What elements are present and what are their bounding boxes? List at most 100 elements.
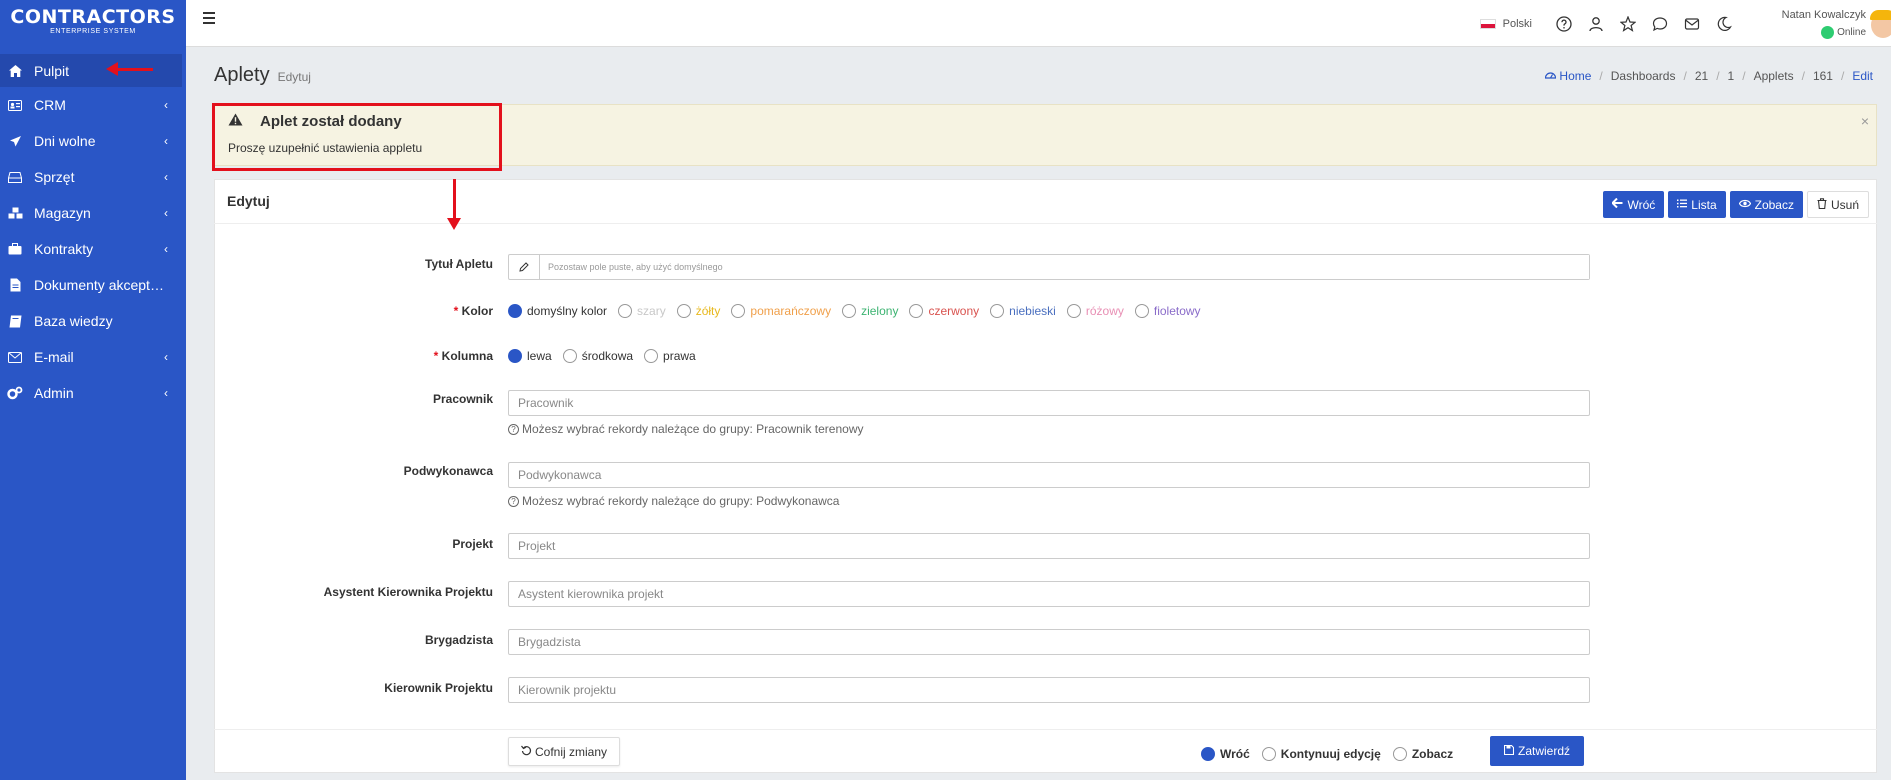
topbar-right: Polski Natan Kowalczyk Online [1479, 0, 1891, 47]
sidebar-item-label: Kontrakty [34, 241, 94, 257]
list-button[interactable]: Lista [1668, 191, 1726, 218]
breadcrumb-item[interactable]: 21 [1695, 69, 1708, 83]
delete-button[interactable]: Usuń [1806, 191, 1869, 218]
sidebar-item-kontrakty[interactable]: Kontrakty ‹ [0, 231, 186, 267]
sidebar-item-dokumenty-akceptacji[interactable]: Dokumenty akceptacji [0, 267, 186, 303]
color-radio-2[interactable]: żółty [676, 304, 720, 318]
after-save-radio-0[interactable]: Wróć [1201, 747, 1250, 761]
sidebar-nav: Pulpit CRM ‹ Dni wolne ‹ Sprzęt ‹ Magazy… [0, 54, 186, 411]
applet-title-input[interactable] [540, 255, 1589, 279]
color-radio-6[interactable]: niebieski [990, 304, 1056, 318]
radio-circle[interactable] [731, 304, 746, 318]
color-radio-label: pomarańczowy [750, 304, 832, 318]
column-radio-2[interactable]: prawa [644, 349, 696, 363]
color-radio-5[interactable]: czerwony [909, 304, 979, 318]
chevron-left-icon: ‹ [164, 206, 168, 220]
revert-button[interactable]: Cofnij zmiany [508, 737, 621, 766]
revert-button-label: Cofnij zmiany [535, 744, 608, 759]
submit-button[interactable]: Zatwierdź [1490, 736, 1585, 766]
color-radio-0[interactable]: domyślny kolor [508, 304, 607, 318]
radio-circle[interactable] [1261, 747, 1276, 761]
back-button-label: Wróć [1627, 197, 1656, 212]
undo-icon [521, 745, 532, 759]
breadcrumb-home[interactable]: Home [1544, 69, 1591, 83]
sidebar-item-sprzet[interactable]: Sprzęt ‹ [0, 159, 186, 195]
radio-circle[interactable] [990, 304, 1005, 318]
sidebar-item-dni-wolne[interactable]: Dni wolne ‹ [0, 123, 186, 159]
radio-circle[interactable] [1201, 747, 1215, 761]
sidebar-item-e-mail[interactable]: E-mail ‹ [0, 339, 186, 375]
color-radio-group: domyślny kolor szary żółty pomarańczowy ziel… [508, 304, 1212, 318]
view-button[interactable]: Zobacz [1729, 191, 1803, 218]
list-icon [1677, 199, 1688, 211]
language-selector[interactable]: Polski [1479, 18, 1532, 30]
brand-logo[interactable]: CONTRACTORS ENTERPRISE SYSTEM [0, 0, 186, 40]
radio-circle[interactable] [1066, 304, 1081, 318]
moon-icon[interactable] [1715, 15, 1733, 33]
worker-select[interactable] [508, 390, 1590, 416]
star-icon[interactable] [1619, 15, 1637, 33]
assistant-select[interactable] [508, 581, 1590, 607]
color-radio-3[interactable]: pomarańczowy [731, 304, 831, 318]
radio-circle[interactable] [842, 304, 857, 318]
radio-circle[interactable] [644, 349, 659, 363]
avatar[interactable] [1869, 4, 1891, 44]
radio-circle[interactable] [618, 304, 633, 318]
subcontractor-hint-text: Możesz wybrać rekordy należące do grupy:… [522, 494, 840, 508]
project-select[interactable] [508, 533, 1590, 559]
sidebar-item-magazyn[interactable]: Magazyn ‹ [0, 195, 186, 231]
user-icon[interactable] [1587, 15, 1605, 33]
menu-toggle-icon[interactable] [203, 12, 215, 24]
sidebar-item-crm[interactable]: CRM ‹ [0, 87, 186, 123]
chevron-left-icon: ‹ [164, 170, 168, 184]
color-radio-4[interactable]: zielony [842, 304, 898, 318]
radio-circle[interactable] [508, 349, 522, 363]
sidebar-item-admin[interactable]: Admin ‹ [0, 375, 186, 411]
sidebar-item-label: Magazyn [34, 205, 91, 221]
file-icon [7, 277, 23, 293]
home-icon [7, 63, 23, 79]
user-menu[interactable]: Natan Kowalczyk Online [1760, 9, 1866, 39]
back-button[interactable]: Wróć [1603, 191, 1665, 218]
color-radio-1[interactable]: szary [618, 304, 666, 318]
plane-icon [7, 133, 23, 149]
breadcrumb-separator: / [1599, 69, 1603, 83]
radio-circle[interactable] [1392, 747, 1407, 761]
color-radio-8[interactable]: fioletowy [1134, 304, 1201, 318]
radio-circle[interactable] [508, 304, 522, 318]
manager-label: Kierownik Projektu [384, 681, 493, 695]
radio-circle[interactable] [562, 349, 577, 363]
radio-circle[interactable] [676, 304, 691, 318]
breadcrumb-item[interactable]: 161 [1813, 69, 1833, 83]
online-status-icon [1821, 25, 1835, 39]
foreman-select[interactable] [508, 629, 1590, 655]
breadcrumb-separator: / [1801, 69, 1805, 83]
manager-select[interactable] [508, 677, 1590, 703]
sidebar-item-baza-wiedzy[interactable]: Baza wiedzy [0, 303, 186, 339]
submit-button-label: Zatwierdź [1518, 744, 1571, 758]
chat-icon[interactable] [1651, 15, 1669, 33]
eye-icon [1738, 199, 1751, 211]
column-radio-0[interactable]: lewa [508, 349, 552, 363]
column-radio-label: lewa [527, 349, 552, 363]
question-circle-icon: ? [508, 495, 519, 507]
after-save-radio-1[interactable]: Kontynuuj edycję [1261, 747, 1381, 761]
breadcrumb-item[interactable]: 1 [1728, 69, 1735, 83]
sidebar-item-pulpit[interactable]: Pulpit [0, 54, 182, 87]
color-radio-7[interactable]: różowy [1066, 304, 1124, 318]
mail-icon[interactable] [1683, 15, 1701, 33]
after-save-radio-2[interactable]: Zobacz [1392, 747, 1453, 761]
briefcase-icon [7, 241, 23, 257]
close-icon[interactable]: × [1861, 113, 1869, 129]
breadcrumb-item[interactable]: Dashboards [1611, 69, 1676, 83]
breadcrumb-item[interactable]: Applets [1754, 69, 1794, 83]
help-icon[interactable] [1555, 15, 1573, 33]
radio-circle[interactable] [1134, 304, 1149, 318]
poland-flag-icon [1479, 18, 1496, 29]
brand-tagline: ENTERPRISE SYSTEM [50, 27, 136, 35]
subcontractor-select[interactable] [508, 462, 1590, 488]
card-actions: Wróć Lista Zobacz Usuń [1599, 191, 1869, 218]
radio-circle[interactable] [909, 304, 924, 318]
column-radio-1[interactable]: środkowa [562, 349, 633, 363]
breadcrumb-current: Edit [1852, 69, 1873, 83]
